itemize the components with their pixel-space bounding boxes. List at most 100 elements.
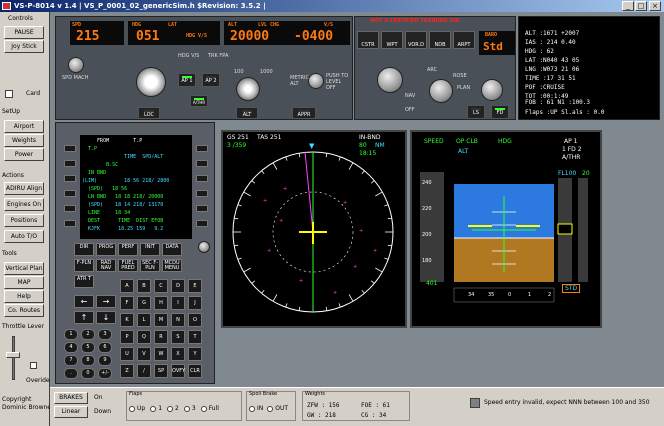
ls-button[interactable]: LS	[467, 105, 485, 119]
vs-knob[interactable]	[308, 73, 324, 89]
letter-key[interactable]: Y	[188, 347, 202, 361]
heading-knob[interactable]	[136, 67, 166, 97]
letter-key[interactable]: K	[120, 313, 134, 327]
map-button[interactable]: MAP	[4, 276, 44, 289]
letter-key[interactable]: Z	[120, 364, 134, 378]
letter-key[interactable]: D	[171, 279, 185, 293]
digit-key[interactable]: 4	[64, 342, 78, 353]
mcdu-key[interactable]: INIT	[140, 243, 160, 256]
letter-key[interactable]: H	[154, 296, 168, 310]
lsk-r3[interactable]	[196, 175, 208, 182]
letter-key[interactable]: J	[188, 296, 202, 310]
digit-key[interactable]: .	[64, 368, 78, 379]
letter-key[interactable]: Q	[137, 330, 151, 344]
vertical-plan-button[interactable]: Vertical Plan	[4, 262, 44, 275]
letter-key[interactable]: S	[171, 330, 185, 344]
flaps-radio[interactable]	[200, 405, 207, 412]
digit-key[interactable]: +/-	[98, 368, 112, 379]
digit-key[interactable]: 2	[81, 329, 95, 340]
mcdu-key[interactable]: MCDU MENU	[162, 259, 182, 272]
letter-key[interactable]: SP	[154, 364, 168, 378]
lsk-r5[interactable]	[196, 205, 208, 212]
letter-key[interactable]: G	[137, 296, 151, 310]
positions-button[interactable]: Positions	[4, 214, 44, 227]
flaps-radio[interactable]	[167, 405, 174, 412]
flaps-radio[interactable]	[129, 405, 135, 412]
letter-key[interactable]: V	[137, 347, 151, 361]
letter-key[interactable]: X	[171, 347, 185, 361]
minimize-button[interactable]: _	[622, 1, 634, 11]
letter-key[interactable]: A	[120, 279, 134, 293]
mcdu-key[interactable]: ATR T	[74, 275, 94, 288]
joystick-button[interactable]: Joy Stick	[4, 40, 44, 53]
card-checkbox[interactable]	[5, 90, 13, 98]
brakes-button[interactable]: BRAKES	[54, 392, 88, 404]
lsk-l3[interactable]	[64, 175, 76, 182]
fd-button[interactable]: FD	[491, 105, 509, 119]
arrow-key[interactable]: ←	[74, 295, 94, 308]
spd-mach-button[interactable]	[68, 57, 84, 73]
maximize-button[interactable]: □	[635, 1, 647, 11]
adiru-align-button[interactable]: ADIRU Align	[4, 182, 44, 195]
lsk-l1[interactable]	[64, 145, 76, 152]
letter-key[interactable]: N	[171, 313, 185, 327]
mcdu-key[interactable]: PROG	[96, 243, 116, 256]
appr-button[interactable]: APPR	[292, 107, 316, 119]
brightness-knob[interactable]	[198, 241, 210, 253]
lsk-l2[interactable]	[64, 160, 76, 167]
digit-key[interactable]: 8	[81, 355, 95, 366]
letter-key[interactable]: /	[137, 364, 151, 378]
altitude-knob[interactable]	[236, 77, 260, 101]
lsk-r4[interactable]	[196, 190, 208, 197]
letter-key[interactable]: C	[154, 279, 168, 293]
letter-key[interactable]: O	[188, 313, 202, 327]
flaps-radio[interactable]	[183, 405, 190, 412]
digit-key[interactable]: 6	[98, 342, 112, 353]
mcdu-key[interactable]: DIR	[74, 243, 94, 256]
lsk-r6[interactable]	[196, 220, 208, 227]
arrow-key[interactable]: ↓	[96, 311, 116, 324]
arpt-button[interactable]: ARPT	[453, 31, 475, 49]
mcdu-key[interactable]: F-PLN	[74, 259, 94, 272]
digit-key[interactable]: 1	[64, 329, 78, 340]
auto-to-button[interactable]: Auto T/O	[4, 230, 44, 243]
digit-key[interactable]: 3	[98, 329, 112, 340]
spoiler-radio[interactable]	[249, 405, 255, 412]
letter-key[interactable]: T	[188, 330, 202, 344]
help-button[interactable]: Help	[4, 290, 44, 303]
letter-key[interactable]: M	[154, 313, 168, 327]
cstr-button[interactable]: CSTR	[357, 31, 379, 49]
wpt-button[interactable]: WPT	[381, 31, 403, 49]
flaps-radio[interactable]	[150, 405, 157, 412]
letter-key[interactable]: CLR	[188, 364, 202, 378]
letter-key[interactable]: U	[120, 347, 134, 361]
letter-key[interactable]: F	[120, 296, 134, 310]
digit-key[interactable]: 9	[98, 355, 112, 366]
mode-knob[interactable]	[429, 79, 453, 103]
loc-button[interactable]: LOC	[138, 107, 160, 119]
brakes-mode-button[interactable]: Linear	[54, 406, 88, 418]
letter-key[interactable]: R	[154, 330, 168, 344]
digit-key[interactable]: 7	[64, 355, 78, 366]
mcdu-key[interactable]: FUEL PRED	[118, 259, 138, 272]
baro-knob[interactable]	[481, 79, 503, 101]
power-button[interactable]: Power	[4, 148, 44, 161]
engines-on-button[interactable]: Engines On	[4, 198, 44, 211]
vord-button[interactable]: VOR.D	[405, 31, 427, 49]
ap1-button[interactable]: AP 1	[178, 73, 196, 87]
alt-button[interactable]: ALT	[236, 107, 258, 119]
pause-button[interactable]: PAUSE	[4, 26, 44, 39]
airport-button[interactable]: Airport	[4, 120, 44, 133]
letter-key[interactable]: L	[137, 313, 151, 327]
arrow-key[interactable]: ↑	[74, 311, 94, 324]
ap2-button[interactable]: AP 2	[202, 73, 220, 87]
co-routes-button[interactable]: Co. Routes	[4, 304, 44, 317]
override-checkbox[interactable]	[30, 362, 37, 369]
arrow-key[interactable]: →	[96, 295, 116, 308]
lsk-l6[interactable]	[64, 220, 76, 227]
letter-key[interactable]: P	[120, 330, 134, 344]
digit-key[interactable]: 5	[81, 342, 95, 353]
mcdu-key[interactable]: PERF	[118, 243, 138, 256]
letter-key[interactable]: B	[137, 279, 151, 293]
lsk-l4[interactable]	[64, 190, 76, 197]
